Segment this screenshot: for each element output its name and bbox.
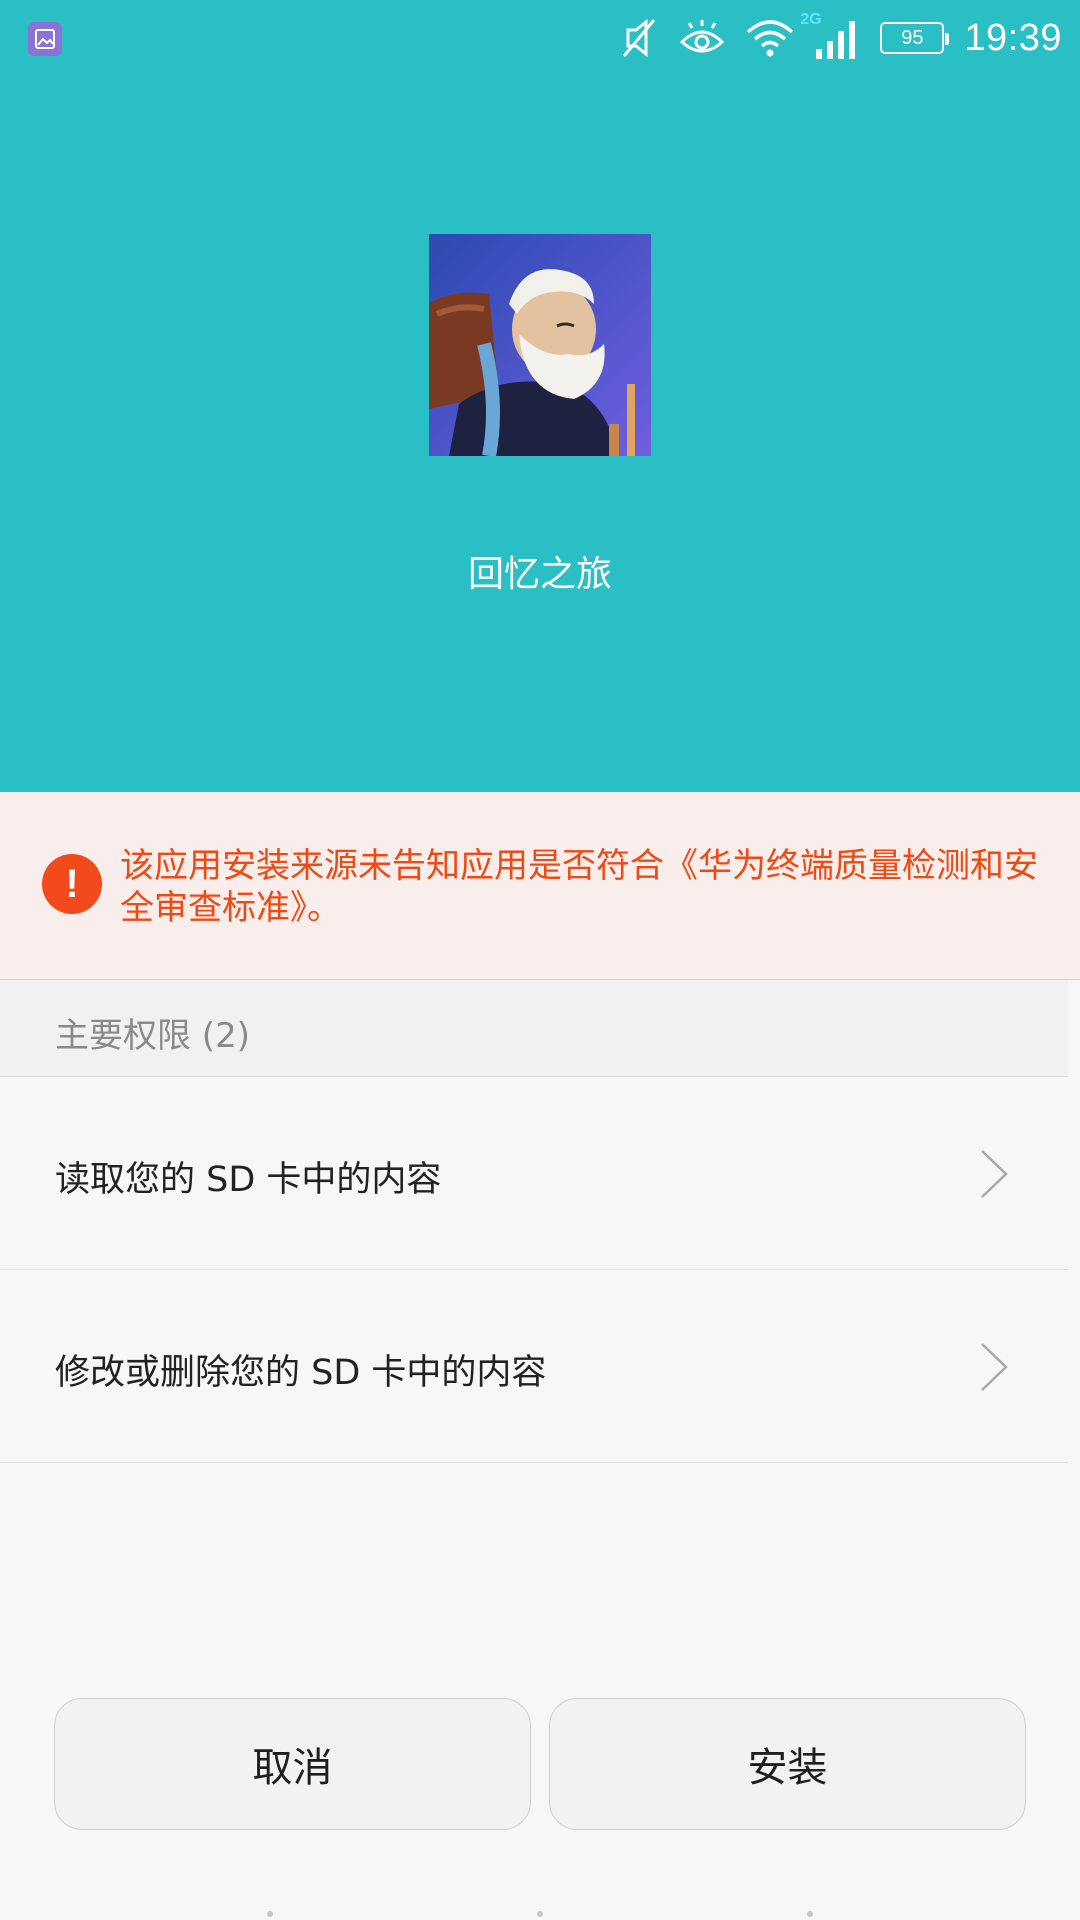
mute-icon	[618, 16, 658, 60]
nav-recent-indicator[interactable]	[807, 1911, 813, 1917]
permission-label: 读取您的 SD 卡中的内容	[55, 1160, 442, 1200]
permissions-header-label: 主要权限 (2)	[55, 1016, 250, 1056]
app-header: 2G 95 19:39 回忆之旅	[0, 0, 1080, 792]
permission-label: 修改或删除您的 SD 卡中的内容	[55, 1353, 547, 1393]
gallery-notification-icon	[28, 22, 62, 56]
wifi-icon	[746, 18, 794, 58]
network-type-label: 2G	[800, 11, 822, 28]
clock: 19:39	[964, 16, 1062, 59]
signal-strength: 2G	[800, 11, 860, 61]
cancel-button[interactable]: 取消	[54, 1698, 531, 1830]
status-bar: 2G 95 19:39	[0, 0, 1080, 75]
app-name: 回忆之旅	[467, 554, 612, 595]
eye-comfort-icon	[678, 18, 726, 58]
chevron-right-icon	[981, 1150, 1008, 1198]
warning-icon: !	[42, 854, 102, 914]
permission-item-modify-sd[interactable]: 修改或删除您的 SD 卡中的内容	[0, 1270, 1068, 1463]
warning-text: 该应用安装来源未告知应用是否符合《华为终端质量检测和安全审查标准》。	[120, 846, 1038, 928]
nav-home-indicator[interactable]	[537, 1911, 543, 1917]
chevron-right-icon	[981, 1343, 1008, 1391]
install-button[interactable]: 安装	[549, 1698, 1026, 1830]
status-icons: 2G 95 19:39	[618, 10, 1062, 66]
nav-back-indicator[interactable]	[267, 1911, 273, 1917]
battery-level: 95	[901, 26, 924, 49]
permission-item-read-sd[interactable]: 读取您的 SD 卡中的内容	[0, 1077, 1068, 1270]
installer-screen: 2G 95 19:39 回忆之旅 ! 该应用安装来源未告知应用是否符合《华为终端…	[0, 0, 1080, 1920]
app-icon	[429, 234, 651, 456]
battery-icon: 95	[880, 22, 950, 54]
